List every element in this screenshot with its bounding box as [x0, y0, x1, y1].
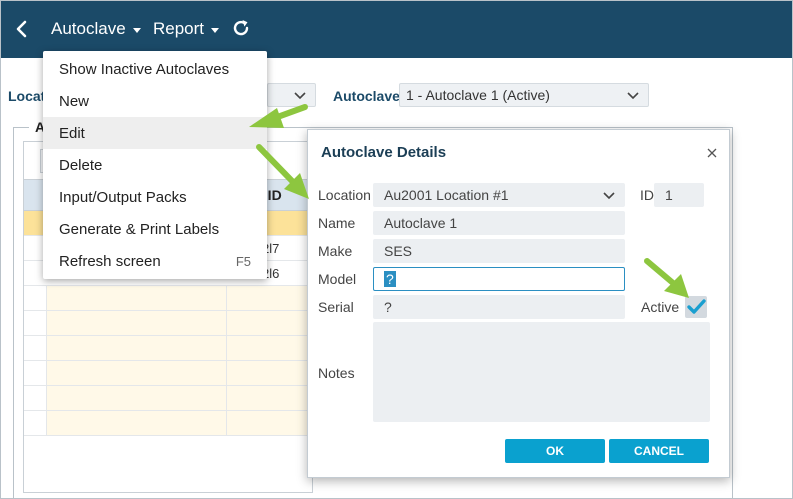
nav-report-label: Report [153, 19, 205, 38]
chevron-down-icon [602, 188, 616, 202]
make-field[interactable]: SES [373, 239, 625, 263]
table-row: · [24, 386, 442, 411]
autoclave-filter-select[interactable]: 1 - Autoclave 1 (Active) [399, 83, 649, 107]
notes-textarea[interactable] [373, 322, 710, 422]
notes-label: Notes [318, 365, 355, 381]
nav-autoclave-menu[interactable]: Autoclave [51, 19, 141, 39]
make-label: Make [318, 243, 353, 259]
menu-item-input-output-packs[interactable]: Input/Output Packs [43, 181, 267, 213]
nav-autoclave-label: Autoclave [51, 19, 126, 38]
autoclave-details-dialog: Autoclave Details Location Au2001 Locati… [307, 129, 730, 478]
menu-item-label: Delete [59, 157, 103, 174]
menu-item-new[interactable]: New [43, 85, 267, 117]
table-row: · [24, 411, 442, 436]
name-value: Autoclave 1 [384, 215, 458, 231]
name-field[interactable]: Autoclave 1 [373, 211, 625, 235]
menu-item-delete[interactable]: Delete [43, 149, 267, 181]
checkmark-icon [687, 299, 706, 314]
name-label: Name [318, 215, 356, 231]
autoclave-dropdown-menu: Show Inactive Autoclaves New Edit Delete… [43, 51, 267, 279]
serial-label: Serial [318, 299, 354, 315]
table-row [24, 336, 312, 361]
dialog-title: Autoclave Details [321, 144, 447, 161]
location-label: Location [318, 187, 371, 203]
cancel-button[interactable]: CANCEL [609, 439, 709, 463]
location-select[interactable]: Au2001 Location #1 [373, 183, 625, 207]
menu-item-shortcut: F5 [235, 254, 251, 269]
menu-item-refresh-screen[interactable]: Refresh screen F5 [43, 245, 267, 277]
chevron-down-icon [626, 88, 640, 102]
menu-item-label: Generate & Print Labels [59, 221, 220, 238]
location-filter-select[interactable] [267, 83, 316, 107]
table-row [24, 311, 312, 336]
menu-item-label: Refresh screen [59, 253, 161, 270]
active-label: Active [641, 299, 680, 315]
active-checkbox[interactable] [685, 296, 707, 318]
autoclave-filter-label: Autoclave [333, 88, 400, 104]
menu-item-label: New [59, 93, 90, 110]
ok-button[interactable]: OK [505, 439, 605, 463]
id-field[interactable]: 1 [654, 183, 704, 207]
menu-item-label: Show Inactive Autoclaves [59, 61, 230, 78]
serial-value: ? [384, 299, 392, 315]
serial-field[interactable]: ? [373, 295, 625, 319]
menu-item-generate-labels[interactable]: Generate & Print Labels [43, 213, 267, 245]
menu-item-edit[interactable]: Edit [43, 117, 267, 149]
id-value: 1 [665, 187, 673, 203]
model-field[interactable]: ? [373, 267, 625, 291]
close-icon[interactable] [707, 145, 717, 158]
top-nav-bar: Autoclave Report [1, 1, 792, 58]
app-window: Autoclave Report Locat Autoclave 1 - Aut… [0, 0, 793, 499]
table-row [24, 286, 312, 311]
caret-down-icon [211, 27, 220, 33]
autoclave-filter-value: 1 - Autoclave 1 (Active) [406, 87, 550, 103]
menu-item-label: Input/Output Packs [59, 189, 187, 206]
caret-down-icon [132, 27, 141, 33]
menu-item-label: Edit [59, 125, 85, 142]
model-value: ? [384, 271, 396, 287]
model-label: Model [318, 271, 357, 287]
location-filter-label: Locat [8, 88, 46, 104]
location-value: Au2001 Location #1 [384, 187, 509, 203]
refresh-icon[interactable] [230, 17, 252, 39]
id-label: ID [640, 187, 654, 203]
menu-item-show-inactive[interactable]: Show Inactive Autoclaves [43, 53, 267, 85]
chevron-down-icon [293, 88, 307, 102]
nav-report-menu[interactable]: Report [153, 19, 220, 39]
make-value: SES [384, 243, 413, 259]
back-icon[interactable] [11, 17, 33, 41]
table-row: · [24, 361, 442, 386]
